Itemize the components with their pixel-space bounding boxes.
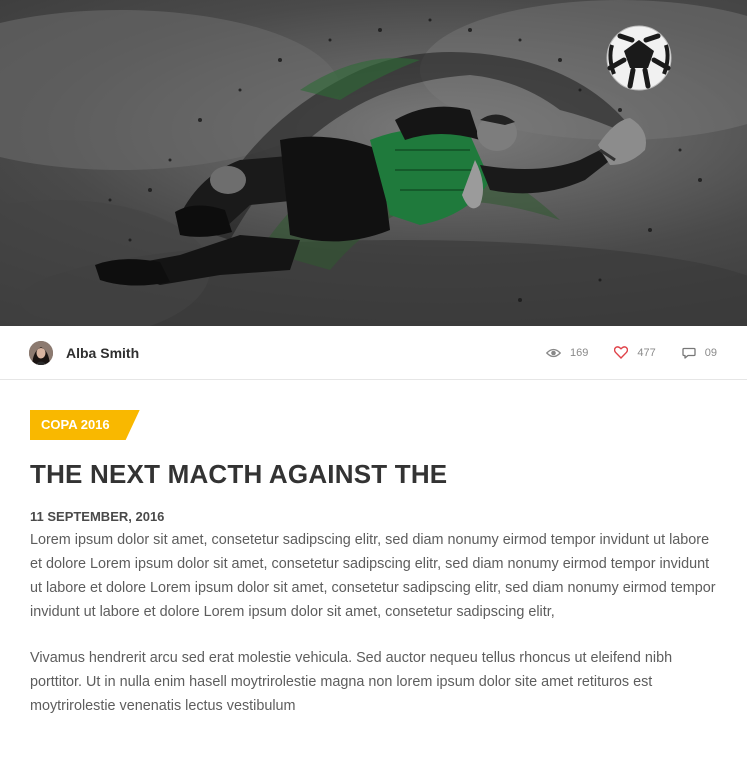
- avatar-photo: [29, 340, 53, 365]
- article-date: 11 SEPTEMBER, 2016: [30, 509, 165, 524]
- article-paragraph: Vivamus hendrerit arcu sed erat molestie…: [30, 650, 673, 714]
- article-title[interactable]: THE NEXT MACTH AGAINST THE: [30, 457, 717, 491]
- post-stats: 169 477 09: [520, 346, 717, 359]
- views-count: 169: [570, 346, 589, 359]
- heart-icon[interactable]: [614, 346, 629, 359]
- article-content: COPA 2016 THE NEXT MACTH AGAINST THE 11 …: [0, 380, 747, 718]
- likes-count: 477: [637, 346, 656, 359]
- author-name[interactable]: Alba Smith: [66, 345, 139, 361]
- goalkeeper-photo: [0, 0, 747, 326]
- comment-icon[interactable]: [682, 347, 696, 359]
- post-meta-bar: Alba Smith 169 477 09: [0, 326, 747, 380]
- comments-stat[interactable]: 09: [682, 347, 717, 359]
- article-paragraph: Lorem ipsum dolor sit amet, consetetur s…: [30, 532, 716, 620]
- eye-icon: [546, 348, 562, 357]
- comments-count: 09: [704, 346, 717, 359]
- soccer-ball-icon: [606, 25, 672, 91]
- views-stat: 169: [546, 347, 588, 359]
- avatar[interactable]: [29, 340, 53, 365]
- hero-image: [0, 0, 747, 326]
- author-block[interactable]: Alba Smith: [29, 340, 139, 365]
- category-tag[interactable]: COPA 2016: [30, 410, 140, 440]
- likes-stat[interactable]: 477: [614, 346, 656, 359]
